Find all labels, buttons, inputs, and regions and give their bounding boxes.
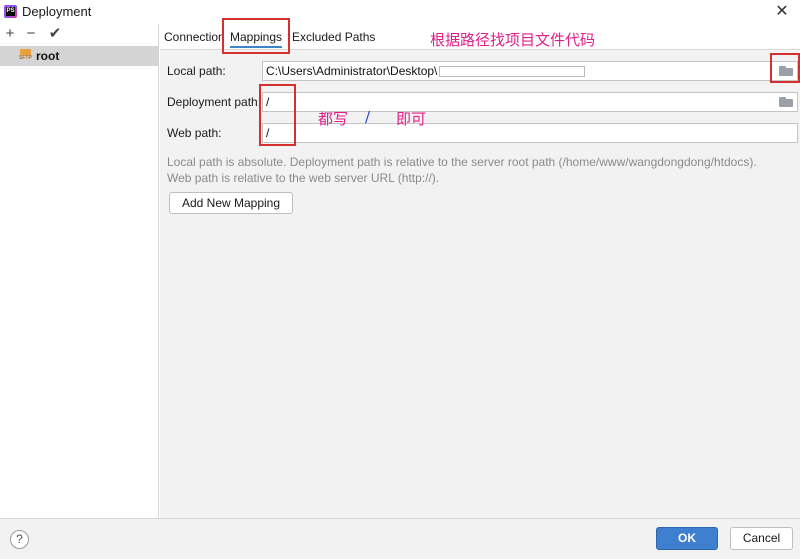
sftp-server-icon: SFTP: [19, 49, 32, 62]
tab-connection[interactable]: Connection: [164, 28, 225, 48]
phpstorm-app-icon: PS: [4, 5, 17, 18]
project-path-annotation: 根据路径找项目文件代码: [430, 31, 596, 49]
write-slash-annotation-b: 即可: [396, 110, 427, 128]
write-slash-annotation-slash: /: [365, 108, 371, 126]
title-bar: PS Deployment ✕: [0, 0, 800, 24]
cancel-button[interactable]: Cancel: [730, 527, 793, 550]
redacted-path-segment: [439, 66, 586, 78]
app-icon-label: PS: [6, 7, 15, 16]
server-item-root[interactable]: SFTP root: [0, 46, 159, 66]
remove-server-button[interactable]: −: [23, 25, 39, 43]
server-list-panel: + − ✔ SFTP root: [0, 24, 159, 518]
path-hint-line-1: Local path is absolute. Deployment path …: [167, 155, 757, 169]
deployment-path-label: Deployment path:: [167, 95, 262, 109]
mappings-panel: Connection Mappings Excluded Paths 根据路径找…: [160, 18, 800, 518]
help-icon[interactable]: ?: [10, 530, 29, 549]
local-path-value: C:\Users\Administrator\Desktop\: [266, 64, 438, 78]
mappings-tab-highlight: [222, 18, 290, 54]
add-server-button[interactable]: +: [2, 25, 18, 43]
browse-deployment-path-folder-icon[interactable]: [778, 96, 794, 108]
server-list-toolbar: + − ✔: [0, 24, 159, 44]
tab-excluded-paths[interactable]: Excluded Paths: [292, 28, 375, 48]
dialog-footer: ? OK Cancel: [0, 518, 800, 559]
write-slash-annotation-a: 都写: [318, 110, 349, 128]
window-title: Deployment: [22, 4, 92, 19]
server-item-label: root: [36, 49, 60, 63]
local-path-label: Local path:: [167, 64, 226, 78]
local-path-field[interactable]: C:\Users\Administrator\Desktop\: [262, 61, 798, 81]
local-path-browse-highlight: [770, 53, 800, 83]
path-hint-line-2: Web path is relative to the web server U…: [167, 171, 440, 185]
apply-check-button[interactable]: ✔: [47, 25, 63, 43]
close-icon[interactable]: ✕: [772, 2, 792, 22]
ok-button[interactable]: OK: [656, 527, 718, 550]
path-values-highlight: [259, 84, 296, 146]
web-path-label: Web path:: [167, 126, 222, 140]
add-new-mapping-button[interactable]: Add New Mapping: [169, 192, 293, 214]
